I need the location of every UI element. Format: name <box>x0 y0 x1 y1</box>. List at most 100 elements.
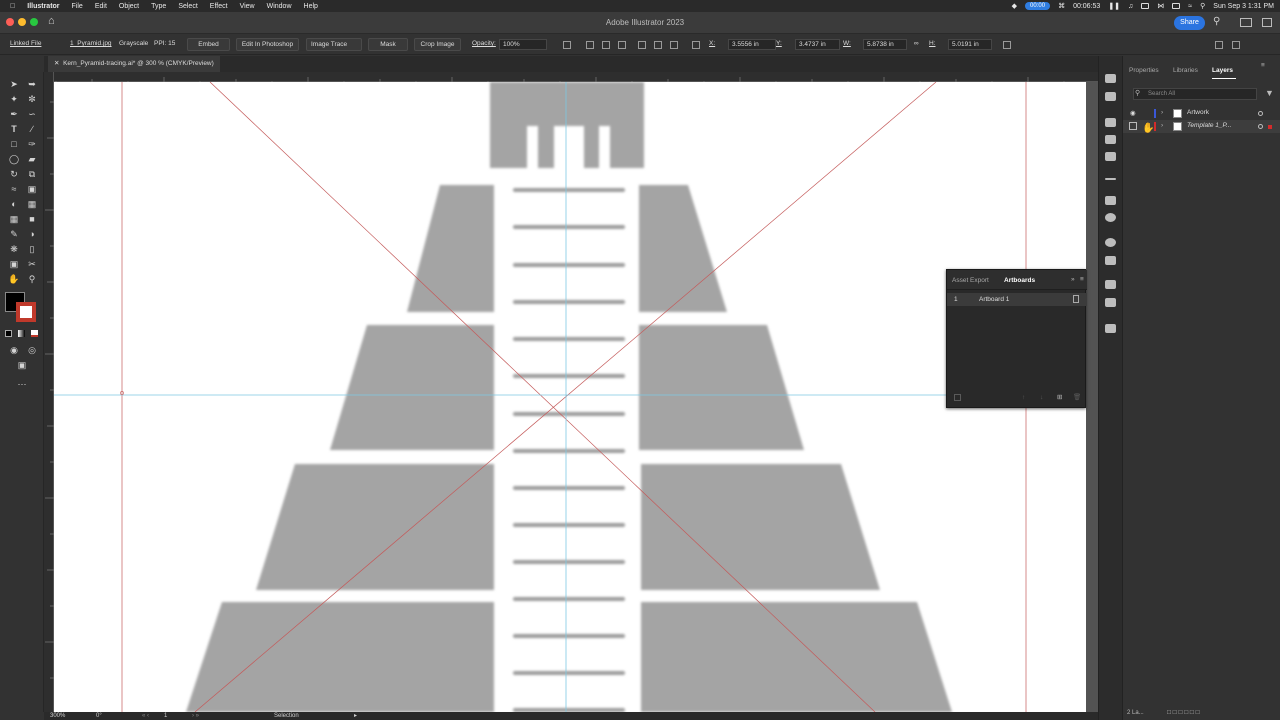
template-visibility-icon[interactable] <box>1129 122 1137 130</box>
eyedropper-tool-icon[interactable]: ✎ <box>8 228 20 240</box>
y-label[interactable]: Y: <box>776 40 782 47</box>
color-mode-icon[interactable] <box>5 330 12 337</box>
rectangle-tool-icon[interactable]: □ <box>8 138 20 150</box>
panel-options-icon[interactable]: ≡ <box>1261 62 1265 69</box>
w-label[interactable]: W: <box>843 40 851 47</box>
menu-type[interactable]: Type <box>145 3 172 10</box>
direct-selection-tool-icon[interactable]: ➥ <box>26 78 38 90</box>
display-icon[interactable] <box>1141 3 1150 9</box>
bluetooth-icon[interactable]: ⋈ <box>1157 2 1164 10</box>
tab-artboards[interactable]: Artboards <box>1004 277 1035 284</box>
tab-properties[interactable]: Properties <box>1129 67 1159 74</box>
share-button[interactable]: Share <box>1174 16 1205 30</box>
wifi-icon[interactable]: ≈ <box>1188 3 1192 10</box>
artboard-nav-arrows[interactable]: « ‹ <box>142 712 149 720</box>
expand-chevron-icon[interactable]: › <box>1161 109 1163 116</box>
arrange-icon[interactable] <box>1262 18 1272 27</box>
swatches-panel-icon[interactable] <box>1105 256 1116 265</box>
hand-tool-icon[interactable]: ✋ <box>8 273 20 285</box>
transform-each-icon[interactable] <box>1003 41 1011 49</box>
tab-asset-export[interactable]: Asset Export <box>952 277 989 284</box>
rotation-value[interactable]: 0° <box>96 712 102 720</box>
menu-file[interactable]: File <box>66 3 89 10</box>
crop-image-button[interactable]: Crop Image <box>414 38 461 51</box>
none-mode-icon[interactable] <box>31 330 38 337</box>
stroke-swatch[interactable] <box>16 302 36 322</box>
close-tab-icon[interactable]: ✕ <box>54 60 63 67</box>
symbols-panel-icon[interactable] <box>1105 152 1116 161</box>
menu-edit[interactable]: Edit <box>89 3 113 10</box>
image-trace-button[interactable]: Image Trace <box>306 38 362 51</box>
target-icon[interactable] <box>1258 124 1263 129</box>
opacity-field[interactable]: 100% <box>499 39 547 50</box>
linked-file-link[interactable]: Linked File <box>10 40 41 47</box>
x-label[interactable]: X: <box>709 40 715 47</box>
menu-window[interactable]: Window <box>261 3 298 10</box>
menu-view[interactable]: View <box>234 3 261 10</box>
dropbox-icon[interactable]: ◆ <box>1012 2 1017 10</box>
menu-help[interactable]: Help <box>298 3 324 10</box>
eraser-tool-icon[interactable]: ▰ <box>26 153 38 165</box>
align-center-icon[interactable] <box>602 41 610 49</box>
menu-effect[interactable]: Effect <box>204 3 234 10</box>
volume-icon[interactable]: ♫ <box>1128 3 1133 10</box>
slice-tool-icon[interactable]: ✂ <box>26 258 38 270</box>
rearrange-icon[interactable] <box>954 394 961 401</box>
export-panel-icon[interactable] <box>1105 280 1116 289</box>
align-top-icon[interactable] <box>638 41 646 49</box>
status-menu-arrow[interactable]: ▸ <box>354 712 357 720</box>
panel-menu-icon[interactable]: ≡ <box>1080 276 1084 283</box>
align-middle-icon[interactable] <box>654 41 662 49</box>
line-tool-icon[interactable]: ∕ <box>26 123 38 135</box>
command-icon[interactable]: ⌘ <box>1058 2 1065 10</box>
target-icon[interactable] <box>1258 111 1263 116</box>
battery-icon[interactable] <box>1172 3 1181 9</box>
artboard-canvas[interactable] <box>54 82 1086 712</box>
rotate-tool-icon[interactable]: ↻ <box>8 168 20 180</box>
lasso-tool-icon[interactable]: ✼ <box>26 93 38 105</box>
curvature-tool-icon[interactable]: ∽ <box>26 108 38 120</box>
layers-search-input[interactable]: Search All <box>1133 88 1257 100</box>
shape-builder-tool-icon[interactable]: ◐ <box>8 198 20 210</box>
new-artboard-icon[interactable]: ⊞ <box>1057 393 1062 401</box>
selection-tool-icon[interactable]: ➤ <box>8 78 20 90</box>
layer-row-artwork[interactable]: ◉ › Artwork <box>1123 107 1280 120</box>
symbol-sprayer-tool-icon[interactable]: ❋ <box>8 243 20 255</box>
move-up-icon[interactable]: ↑ <box>1022 394 1025 401</box>
workspace-icon[interactable] <box>1240 18 1252 27</box>
zoom-level[interactable]: 300% <box>50 712 65 720</box>
layers-footer-icons[interactable]: □ □ □ □ □ □ <box>1167 709 1200 716</box>
search-icon[interactable]: ⚲ <box>1213 16 1220 27</box>
move-down-icon[interactable]: ↓ <box>1040 394 1043 401</box>
menu-app-name[interactable]: Illustrator <box>21 3 65 10</box>
draw-normal-icon[interactable]: ◉ <box>8 344 20 356</box>
h-label[interactable]: H: <box>929 40 936 47</box>
horizontal-ruler[interactable] <box>54 72 1098 85</box>
align-left-icon[interactable] <box>586 41 594 49</box>
type-tool-icon[interactable]: T <box>8 123 20 135</box>
align-bottom-icon[interactable] <box>670 41 678 49</box>
perspective-grid-tool-icon[interactable]: ▦ <box>8 213 20 225</box>
mask-button[interactable]: Mask <box>368 38 408 51</box>
h-field[interactable]: 5.0191 in <box>948 39 992 50</box>
visibility-eye-icon[interactable]: ◉ <box>1130 109 1136 117</box>
graphic-styles-icon[interactable] <box>1105 92 1116 101</box>
comments-panel-icon[interactable] <box>1105 324 1116 333</box>
search-icon[interactable]: ⚲ <box>1200 2 1205 10</box>
artboard-number-field[interactable]: 1 <box>164 712 167 720</box>
transform-icon[interactable] <box>563 41 571 49</box>
artboard-options-icon[interactable] <box>1073 295 1079 303</box>
vertical-ruler[interactable] <box>44 72 54 712</box>
zoom-tool-icon[interactable]: ⚲ <box>26 273 38 285</box>
apple-icon[interactable]:  <box>0 3 21 10</box>
tab-libraries[interactable]: Libraries <box>1173 67 1198 74</box>
reference-point-icon[interactable] <box>692 41 700 49</box>
screen-mode-icon[interactable]: ▣ <box>16 359 28 371</box>
menu-object[interactable]: Object <box>113 3 145 10</box>
artboards-panel-icon[interactable] <box>1105 298 1116 307</box>
delete-artboard-icon[interactable]: 🗑 <box>1073 393 1081 401</box>
image-trace-panel-icon[interactable] <box>1105 118 1116 127</box>
pen-tool-icon[interactable]: ✒ <box>8 108 20 120</box>
x-field[interactable]: 3.5556 in <box>728 39 776 50</box>
scale-tool-icon[interactable]: ⧉ <box>26 168 38 180</box>
